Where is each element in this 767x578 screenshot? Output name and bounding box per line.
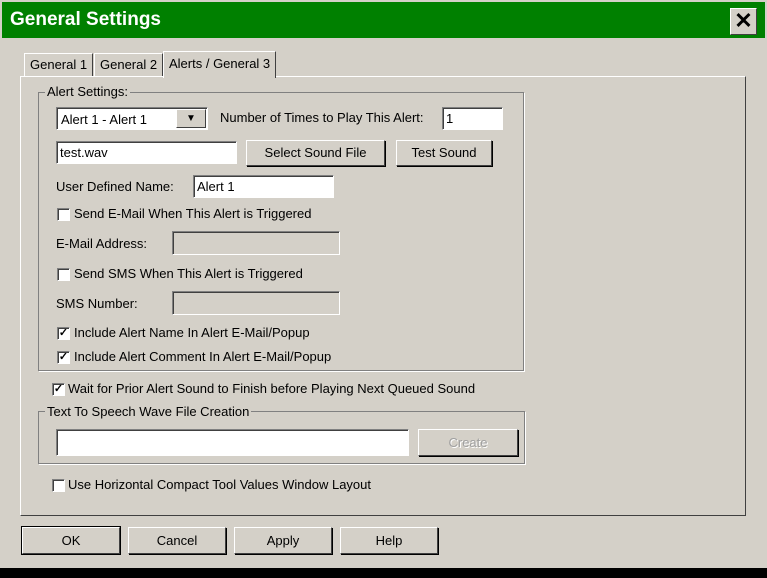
tab-general-2[interactable]: General 2 [94, 53, 164, 77]
create-button[interactable]: Create [418, 429, 518, 456]
tts-legend: Text To Speech Wave File Creation [45, 404, 252, 419]
tab-label: General 1 [30, 57, 88, 72]
send-email-checkbox[interactable] [57, 208, 70, 221]
tab-label: General 2 [100, 57, 158, 72]
general-settings-dialog: General Settings ✕ General 1 General 2 A… [0, 0, 767, 568]
sound-file-input[interactable] [56, 141, 237, 164]
tts-text-input[interactable] [56, 429, 409, 456]
horizontal-layout-label: Use Horizontal Compact Tool Values Windo… [68, 477, 371, 492]
create-label: Create [448, 435, 488, 450]
wait-prior-label: Wait for Prior Alert Sound to Finish bef… [68, 381, 476, 396]
include-name-label: Include Alert Name In Alert E-Mail/Popup [74, 325, 310, 340]
chevron-down-icon: ▼ [186, 113, 196, 124]
window-title: General Settings [10, 9, 161, 30]
test-sound-label: Test Sound [411, 145, 477, 160]
send-email-label: Send E-Mail When This Alert is Triggered [74, 206, 312, 221]
dropdown-button[interactable]: ▼ [176, 109, 206, 128]
checkmark-icon: ✓ [58, 351, 69, 363]
tab-alerts-general-3[interactable]: Alerts / General 3 [163, 51, 277, 78]
tab-general-1[interactable]: General 1 [24, 53, 94, 77]
alert-settings-legend: Alert Settings: [45, 84, 130, 99]
close-button[interactable]: ✕ [730, 8, 757, 35]
include-name-checkbox[interactable]: ✓ [57, 327, 70, 340]
apply-button[interactable]: Apply [234, 527, 332, 554]
user-defined-name-label: User Defined Name: [56, 179, 174, 194]
background-strip [0, 568, 767, 578]
horizontal-layout-checkbox[interactable] [52, 479, 65, 492]
send-sms-checkbox[interactable] [57, 268, 70, 281]
help-label: Help [375, 533, 403, 548]
tab-label: Alerts / General 3 [169, 56, 271, 71]
test-sound-button[interactable]: Test Sound [396, 140, 492, 166]
sms-number-input[interactable] [172, 291, 340, 315]
email-address-label: E-Mail Address: [56, 236, 148, 251]
user-defined-name-input[interactable] [193, 175, 334, 198]
include-comment-checkbox[interactable]: ✓ [57, 351, 70, 364]
cancel-button[interactable]: Cancel [128, 527, 226, 554]
times-to-play-label: Number of Times to Play This Alert: [220, 110, 424, 125]
times-to-play-input[interactable] [442, 107, 503, 130]
ok-button[interactable]: OK [21, 526, 121, 555]
alert-select-value: Alert 1 - Alert 1 [61, 112, 147, 127]
alert-select[interactable]: Alert 1 - Alert 1 ▼ [56, 107, 208, 130]
select-sound-file-label: Select Sound File [264, 145, 367, 160]
ok-label: OK [61, 533, 81, 548]
sms-number-label: SMS Number: [56, 296, 138, 311]
wait-prior-checkbox[interactable]: ✓ [52, 383, 65, 396]
help-button[interactable]: Help [340, 527, 438, 554]
cancel-label: Cancel [156, 533, 198, 548]
email-address-input[interactable] [172, 231, 340, 255]
checkmark-icon: ✓ [58, 327, 69, 339]
title-bar[interactable]: General Settings ✕ [2, 2, 765, 38]
close-icon: ✕ [734, 8, 753, 33]
checkmark-icon: ✓ [53, 383, 64, 395]
select-sound-file-button[interactable]: Select Sound File [246, 140, 385, 166]
include-comment-label: Include Alert Comment In Alert E-Mail/Po… [74, 349, 332, 364]
send-sms-label: Send SMS When This Alert is Triggered [74, 266, 303, 281]
apply-label: Apply [266, 533, 300, 548]
